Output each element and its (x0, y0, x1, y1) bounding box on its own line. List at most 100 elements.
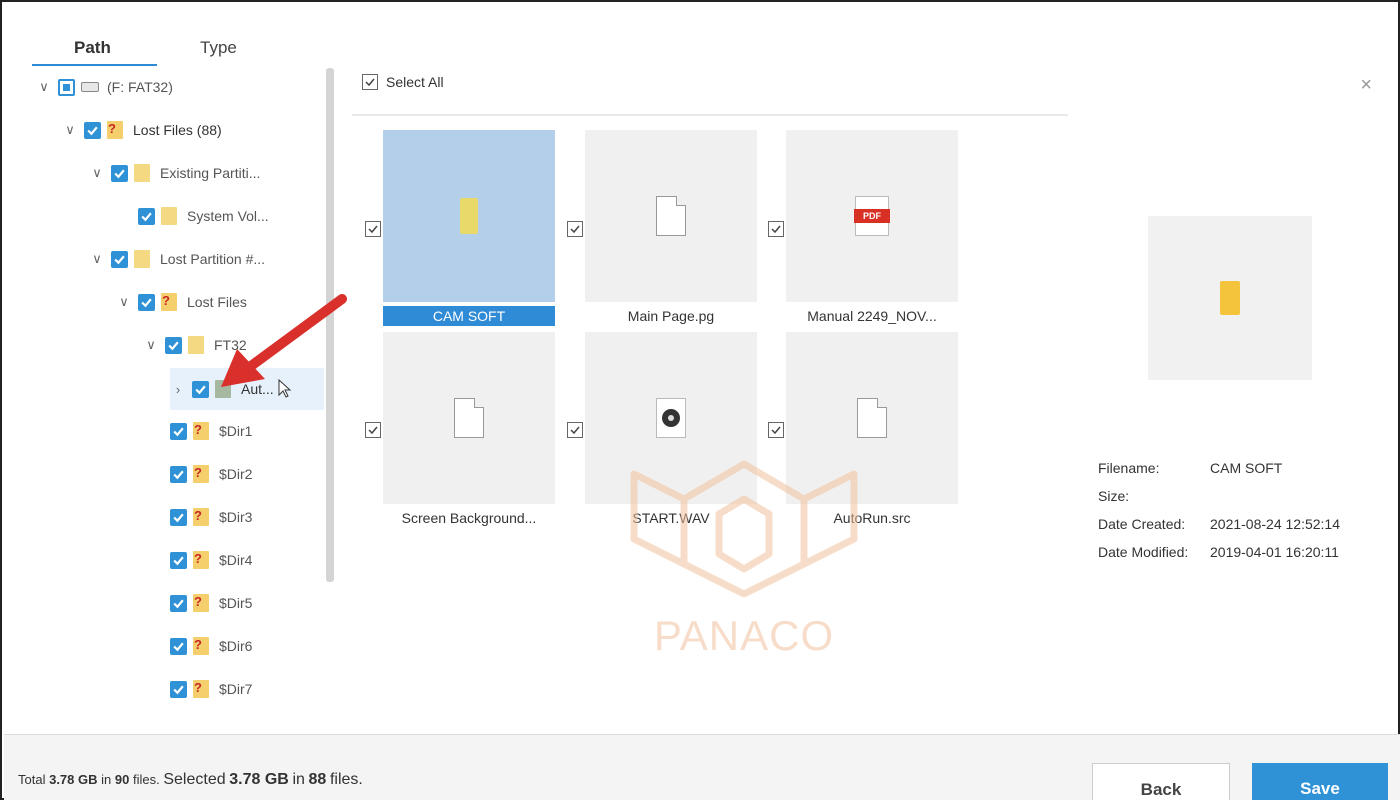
tree-item-lost-files-root[interactable]: ∨ ? Lost Files (88) (62, 115, 222, 145)
tree-item-label: Lost Files (187, 294, 247, 310)
file-thumbnail (383, 332, 555, 504)
file-checkbox[interactable] (365, 221, 381, 237)
tree-item-dir5[interactable]: ? $Dir5 (170, 588, 252, 618)
close-icon[interactable]: × (1360, 74, 1372, 97)
tree-item-lost-partition[interactable]: ∨ Lost Partition #... (89, 244, 265, 274)
back-button[interactable]: Back (1092, 763, 1230, 800)
tree-checkbox[interactable] (192, 380, 209, 398)
file-tile[interactable]: Screen Background... (383, 332, 555, 528)
chevron-down-icon[interactable]: ∨ (36, 79, 52, 95)
status-total-suffix: files. (132, 772, 160, 787)
tree-item-label: $Dir5 (219, 595, 253, 611)
save-button[interactable]: Save (1252, 763, 1388, 800)
status-total-in: in (101, 772, 112, 787)
file-checkbox[interactable] (768, 221, 784, 237)
folder-icon (188, 336, 204, 354)
tree-item-label: FT32 (214, 337, 247, 353)
chevron-down-icon[interactable]: ∨ (116, 294, 132, 310)
tree-checkbox[interactable] (170, 680, 187, 698)
select-all-checkbox[interactable] (362, 74, 378, 90)
lost-folder-icon: ? (193, 637, 209, 655)
tree-item-dir1[interactable]: ? $Dir1 (170, 416, 252, 446)
folder-icon (460, 198, 478, 234)
file-tile[interactable]: AutoRun.src (786, 332, 958, 528)
status-selected-size: 3.78 GB (229, 771, 289, 788)
preview-panel: × Filename: CAM SOFT Size: Date Created:… (1082, 66, 1382, 720)
file-tile[interactable]: CAM SOFT (383, 130, 555, 326)
chevron-down-icon[interactable]: ∨ (143, 337, 159, 353)
tree-item-label: $Dir1 (219, 423, 253, 439)
drive-icon (81, 82, 99, 92)
tree-checkbox[interactable] (111, 250, 128, 268)
file-tile[interactable]: PDF Manual 2249_NOV... (786, 130, 958, 326)
status-selected-prefix: Selected (163, 771, 226, 788)
file-checkbox[interactable] (567, 221, 583, 237)
tree-item-system-volume[interactable]: ∨ System Vol... (116, 201, 269, 231)
tree-item-dir7[interactable]: ? $Dir7 (170, 674, 252, 704)
tree-checkbox[interactable] (165, 336, 182, 354)
selection-status: Total 3.78 GB in 90 files. Selected 3.78… (18, 771, 363, 789)
tree-item-drive[interactable]: ∨ (F: FAT32) (36, 72, 173, 102)
info-value: CAM SOFT (1210, 460, 1283, 476)
tree-checkbox[interactable] (170, 508, 187, 526)
info-key: Date Modified: (1098, 544, 1189, 560)
document-icon (857, 398, 887, 438)
tree-item-ft32[interactable]: ∨ FT32 (143, 330, 247, 360)
tree-item-dir4[interactable]: ? $Dir4 (170, 545, 252, 575)
tree-checkbox[interactable] (84, 121, 101, 139)
file-name: Main Page.pg (627, 308, 715, 324)
file-checkbox[interactable] (365, 422, 381, 438)
tree-item-dir2[interactable]: ? $Dir2 (170, 459, 252, 489)
tree-checkbox[interactable] (138, 207, 155, 225)
tree-checkbox[interactable] (170, 637, 187, 655)
audio-icon (656, 398, 686, 438)
tree-item-dir6[interactable]: ? $Dir6 (170, 631, 252, 661)
lost-folder-icon: ? (161, 293, 177, 311)
file-checkbox[interactable] (768, 422, 784, 438)
info-value: 2019-04-01 16:20:11 (1210, 544, 1339, 560)
status-selected-count: 88 (308, 771, 327, 788)
tab-type[interactable]: Type (200, 38, 237, 58)
tree-scrollbar[interactable] (326, 68, 334, 582)
status-total-size: 3.78 GB (49, 772, 98, 787)
tree-item-existing-partition[interactable]: ∨ Existing Partiti... (89, 158, 260, 188)
tree-item-label: Aut... (241, 381, 274, 397)
info-row: Filename: CAM SOFT (1098, 454, 1382, 482)
chevron-right-icon[interactable]: › (170, 382, 186, 397)
info-value: 2021-08-24 12:52:14 (1210, 516, 1340, 532)
file-thumbnail (383, 130, 555, 302)
status-total-prefix: Total (18, 772, 46, 787)
select-all-control[interactable]: Select All (362, 74, 444, 90)
mouse-cursor-icon (278, 379, 291, 398)
view-tabs: Path Type (32, 34, 292, 68)
file-name: START.WAV (632, 510, 710, 526)
tree-item-dir3[interactable]: ? $Dir3 (170, 502, 252, 532)
tree-checkbox[interactable] (170, 465, 187, 483)
file-tile[interactable]: START.WAV (585, 332, 757, 528)
file-name: Screen Background... (401, 510, 537, 526)
tree-checkbox[interactable] (170, 551, 187, 569)
file-tile[interactable]: Main Page.pg (585, 130, 757, 326)
tree-item-autorun[interactable]: › Aut... (170, 368, 324, 410)
tree-item-label: (F: FAT32) (107, 79, 173, 95)
tree-item-lost-files[interactable]: ∨ ? Lost Files (116, 287, 247, 317)
info-key: Size: (1098, 488, 1130, 504)
folder-icon (1220, 281, 1240, 315)
tree-checkbox[interactable] (170, 422, 187, 440)
info-key: Filename: (1098, 460, 1160, 476)
tree-checkbox[interactable] (58, 78, 75, 96)
file-thumbnail: PDF (786, 130, 958, 302)
file-checkbox[interactable] (567, 422, 583, 438)
chevron-down-icon[interactable]: ∨ (89, 165, 105, 181)
chevron-down-icon[interactable]: ∨ (62, 122, 78, 138)
footer-bar: Total 3.78 GB in 90 files. Selected 3.78… (4, 734, 1400, 800)
tree-checkbox[interactable] (170, 594, 187, 612)
file-thumbnail (786, 332, 958, 504)
tree-checkbox[interactable] (111, 164, 128, 182)
chevron-down-icon[interactable]: ∨ (89, 251, 105, 267)
file-name: AutoRun.src (833, 510, 911, 526)
lost-folder-icon: ? (107, 121, 123, 139)
active-tab-indicator (32, 64, 157, 66)
tree-checkbox[interactable] (138, 293, 155, 311)
tab-path[interactable]: Path (74, 38, 111, 58)
